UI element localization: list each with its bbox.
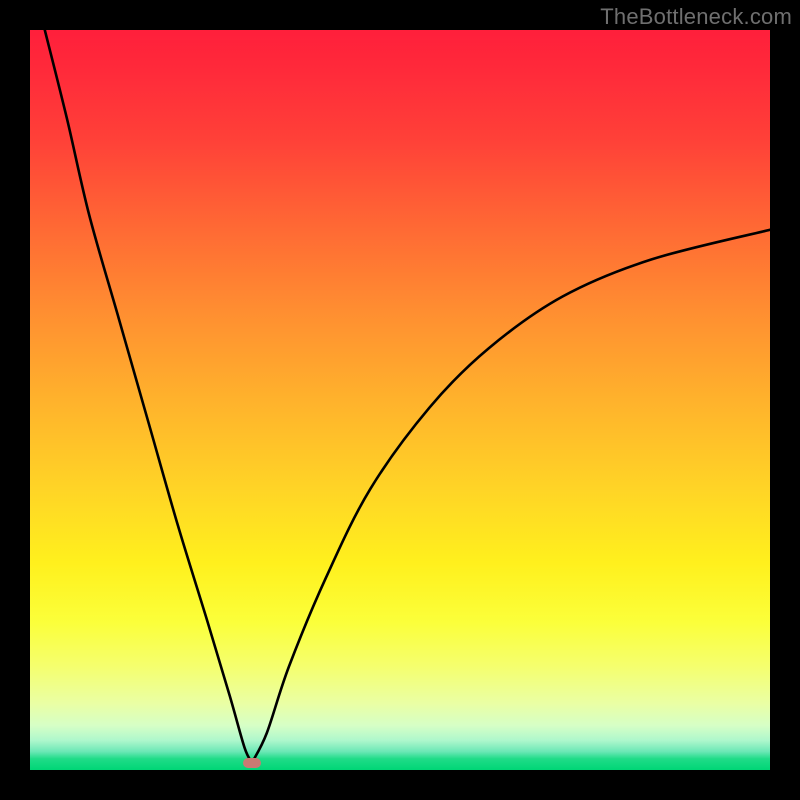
watermark-text: TheBottleneck.com (600, 4, 792, 30)
plot-area (30, 30, 770, 770)
bottleneck-curve (30, 30, 770, 770)
chart-frame: TheBottleneck.com (0, 0, 800, 800)
optimal-point-marker (243, 758, 261, 768)
